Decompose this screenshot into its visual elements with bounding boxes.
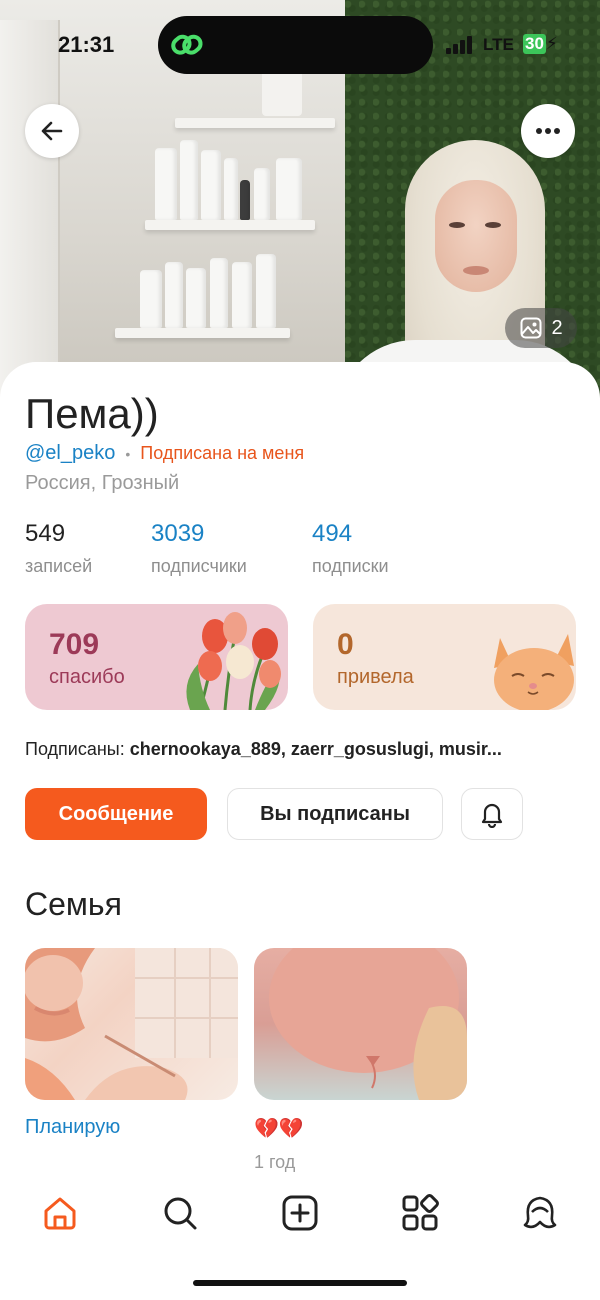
tulips-illustration (186, 612, 281, 710)
section-title: Семья (25, 886, 122, 922)
clock: 21:31 (58, 32, 115, 57)
album-title[interactable]: Планирую (25, 1116, 120, 1139)
album-cover[interactable] (25, 948, 238, 1100)
stat-value: 494 (312, 520, 353, 547)
dynamic-island (158, 16, 433, 74)
battery-level: 30 (523, 34, 546, 54)
shelf (175, 118, 335, 128)
stat-label: подписки (312, 556, 389, 576)
stat-followers[interactable]: 3039 подписчики (151, 520, 247, 577)
photo-count: 2 (551, 316, 563, 339)
follows-me-label: Подписана на меня (140, 443, 305, 463)
home-icon (44, 1197, 76, 1230)
kitten-illustration (494, 634, 574, 710)
shelf (145, 220, 315, 230)
stat-value: 549 (25, 520, 66, 547)
bottle (240, 180, 250, 220)
separator-dot: • (125, 445, 131, 462)
bottle (140, 270, 162, 328)
add-icon (282, 1195, 318, 1231)
bottle (155, 148, 177, 220)
profile-name: Пема)) (25, 390, 159, 437)
back-button[interactable] (25, 104, 79, 158)
link-icon (171, 34, 203, 55)
network-type: LTE (483, 35, 514, 54)
profile-handle[interactable]: @el_peko (25, 442, 115, 465)
bell-icon (481, 803, 503, 828)
shelf (115, 328, 290, 338)
stat-label: записей (25, 556, 93, 576)
bottle (186, 268, 206, 328)
tab-create[interactable] (275, 1188, 325, 1238)
album-date: 1 год (254, 1152, 296, 1172)
mutual-followers-label: Подписаны: (25, 739, 125, 759)
album-title[interactable]: 💔💔 (254, 1116, 304, 1141)
bottle (165, 262, 183, 328)
mutual-followers-names: chernookaya_889, zaerr_gosuslugi, musir.… (129, 739, 502, 759)
tab-profile[interactable] (515, 1188, 565, 1238)
notifications-button[interactable] (461, 788, 523, 840)
photo-count-badge[interactable]: 2 (505, 308, 577, 348)
signal-icon (446, 36, 476, 54)
bottle (276, 158, 302, 220)
bottle (256, 254, 276, 328)
arrow-left-icon (41, 121, 63, 141)
image-icon (520, 317, 542, 339)
bottle (201, 150, 221, 220)
stat-posts[interactable]: 549 записей (25, 520, 92, 577)
referrals-count: 0 (337, 628, 354, 661)
handle-row: @el_peko • Подписана на меня (25, 442, 304, 465)
stat-following[interactable]: 494 подписки (312, 520, 389, 577)
referrals-label: привела (337, 666, 414, 688)
bottle (254, 168, 270, 220)
bottle (210, 258, 228, 328)
thanks-label: спасибо (49, 666, 125, 688)
album-cover[interactable] (254, 948, 467, 1100)
eye (485, 222, 501, 228)
lips (463, 266, 489, 275)
profile-card: Пема)) @el_peko • Подписана на меня Росс… (0, 362, 600, 1300)
battery-indicator: 30 ⚡ (521, 34, 560, 54)
tab-bar (0, 1178, 600, 1248)
thanks-count: 709 (49, 628, 100, 661)
message-button[interactable]: Сообщение (25, 788, 207, 840)
album-illustration (25, 948, 238, 1100)
search-icon (164, 1197, 197, 1230)
charging-icon: ⚡ (545, 34, 558, 53)
home-indicator (193, 1280, 407, 1286)
tab-search[interactable] (155, 1188, 205, 1238)
mutual-followers[interactable]: Подписаны: chernookaya_889, zaerr_gosusl… (25, 739, 600, 760)
tab-home[interactable] (35, 1188, 85, 1238)
thanks-tile[interactable]: 709 спасибо (25, 604, 288, 710)
services-icon (402, 1194, 439, 1231)
profile-location: Россия, Грозный (25, 472, 180, 494)
stat-label: подписчики (151, 556, 247, 576)
bottle (232, 262, 252, 328)
subscribed-button[interactable]: Вы подписаны (227, 788, 443, 840)
person (335, 140, 595, 400)
bottle (224, 158, 238, 220)
status-bar: 21:31 LTE 30 ⚡ (0, 0, 600, 90)
more-dots-icon (536, 128, 560, 134)
face (435, 180, 517, 292)
more-options-button[interactable] (521, 104, 575, 158)
album-illustration (269, 948, 467, 1100)
eye (449, 222, 465, 228)
profile-icon (523, 1196, 557, 1229)
bottle (180, 140, 198, 220)
referrals-tile[interactable]: 0 привела (313, 604, 576, 710)
stat-value: 3039 (151, 520, 205, 547)
tab-services[interactable] (395, 1188, 445, 1238)
